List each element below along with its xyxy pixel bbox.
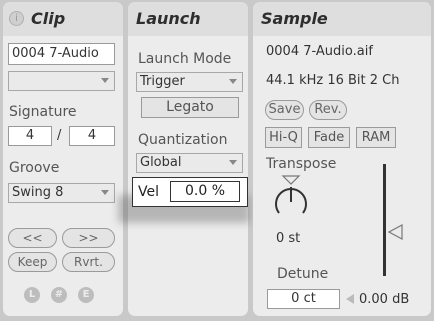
ram-button[interactable]: RAM: [356, 127, 396, 148]
signature-separator: /: [57, 128, 62, 143]
save-button[interactable]: Save: [265, 100, 304, 120]
signature-denominator-value: 4: [87, 128, 97, 143]
transpose-value: 0 st: [276, 231, 301, 246]
clip-name-text: 0004 7-Audio: [12, 46, 99, 61]
hiq-button[interactable]: Hi-Q: [265, 127, 302, 148]
sample-file-name: 0004 7-Audio.aif: [266, 44, 373, 59]
groove-label: Groove: [9, 160, 60, 176]
groove-dropdown[interactable]: Swing 8: [8, 183, 115, 203]
keep-button[interactable]: Keep: [8, 252, 57, 272]
clip-activator-icon[interactable]: i: [9, 11, 24, 26]
launch-mode-value: Trigger: [140, 74, 185, 89]
signature-numerator-value: 4: [25, 128, 35, 143]
clip-title: Clip: [31, 9, 66, 28]
transpose-knob-icon[interactable]: [273, 175, 309, 221]
rvrt-button[interactable]: Rvrt.: [62, 252, 115, 272]
nudge-left-button[interactable]: <<: [8, 228, 57, 248]
gain-value: 0.00 dB: [359, 292, 410, 307]
legato-button[interactable]: Legato: [141, 97, 239, 118]
clip-panel: i Clip 0004 7-Audio Signature 4 / 4 Groo…: [3, 2, 123, 316]
signature-denominator[interactable]: 4: [69, 126, 115, 146]
sample-file-info: 44.1 kHz 16 Bit 2 Ch: [266, 73, 400, 88]
gain-slider-track[interactable]: [383, 164, 386, 276]
quantization-label: Quantization: [138, 132, 228, 148]
signature-numerator[interactable]: 4: [8, 126, 52, 146]
launch-title: Launch: [136, 9, 201, 28]
launch-mode-label: Launch Mode: [138, 51, 232, 67]
velocity-callout: Vel 0.0 %: [132, 177, 248, 207]
quantization-dropdown[interactable]: Global: [136, 153, 243, 173]
grid-icon[interactable]: #: [51, 287, 67, 303]
velocity-label: Vel: [138, 184, 159, 200]
chevron-down-icon: [229, 79, 237, 84]
rev-button[interactable]: Rev.: [309, 100, 347, 120]
launch-mode-dropdown[interactable]: Trigger: [136, 72, 243, 92]
chevron-down-icon: [101, 78, 109, 83]
nudge-right-button[interactable]: >>: [62, 228, 115, 248]
clip-color-dropdown[interactable]: [8, 71, 115, 91]
detune-field[interactable]: 0 ct: [267, 289, 340, 309]
launch-panel: Launch Launch Mode Trigger Legato Quanti…: [128, 2, 248, 316]
velocity-field[interactable]: 0.0 %: [170, 181, 240, 202]
gain-arrow-icon: [346, 294, 354, 304]
chevron-down-icon: [101, 190, 109, 195]
loop-icon[interactable]: L: [24, 287, 40, 303]
sample-panel: Sample 0004 7-Audio.aif 44.1 kHz 16 Bit …: [253, 2, 431, 316]
transpose-label: Transpose: [266, 156, 337, 172]
detune-label: Detune: [277, 266, 329, 282]
signature-label: Signature: [9, 104, 77, 120]
velocity-value: 0.0 %: [184, 183, 226, 199]
quantization-value: Global: [140, 155, 182, 170]
detune-value: 0 ct: [291, 291, 316, 306]
envelope-icon[interactable]: E: [78, 287, 94, 303]
chevron-down-icon: [229, 160, 237, 165]
clip-name-field[interactable]: 0004 7-Audio: [8, 43, 115, 65]
gain-slider-handle-icon[interactable]: [387, 224, 403, 240]
groove-value: Swing 8: [12, 185, 64, 200]
fade-button[interactable]: Fade: [308, 127, 350, 148]
sample-title: Sample: [261, 9, 328, 28]
